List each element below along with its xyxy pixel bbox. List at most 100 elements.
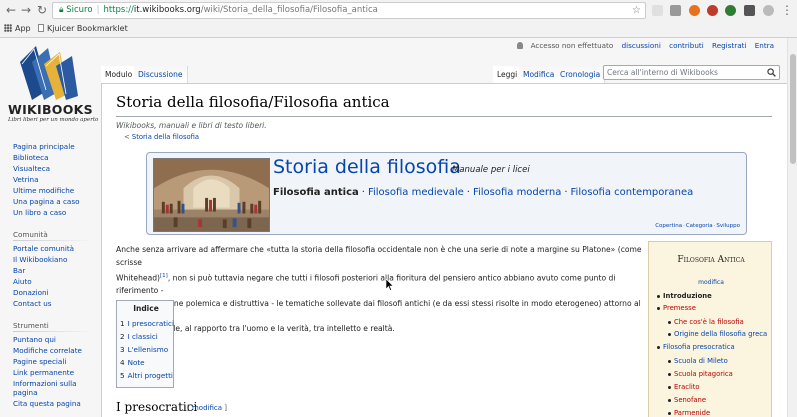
toc-item[interactable]: 2I classici <box>120 332 158 341</box>
tab-edit[interactable]: Modifica <box>519 66 560 83</box>
page-scrollbar[interactable] <box>787 38 797 417</box>
not-logged-label: Accesso non effettuato <box>530 41 614 50</box>
navbox-item-pythagorean[interactable]: Scuola pitagorica <box>668 370 733 378</box>
navbox-item-what-is-philosophy[interactable]: Che cos'è la filosofia <box>668 318 744 326</box>
school-of-athens-image[interactable] <box>153 158 270 232</box>
navbox-item-xenophanes[interactable]: Senofane <box>667 396 706 404</box>
bookmarks-bar: App Kjuicer Bookmarklet <box>0 21 797 37</box>
navbox-item-presocratic[interactable]: Filosofia presocratica <box>657 343 735 351</box>
sidebar-item-library[interactable]: Biblioteca <box>13 153 48 162</box>
extension-icon-6[interactable] <box>744 5 755 16</box>
navbox-item-heraclitus[interactable]: Eraclito <box>668 383 700 391</box>
toc-item-number: 5 <box>120 371 125 380</box>
menu-kebab-icon[interactable]: ⋮ <box>780 3 794 17</box>
toc-item-number: 2 <box>120 332 125 341</box>
scrollbar-thumb[interactable] <box>790 54 796 164</box>
sidebar-item-what-links-here[interactable]: Puntano qui <box>13 335 56 344</box>
nav-separator: · <box>361 187 365 198</box>
toc-item[interactable]: 3 L'ellenismo <box>120 345 168 354</box>
sidebar-item-bar[interactable]: Bar <box>13 266 25 275</box>
extension-icon-4[interactable] <box>707 5 718 16</box>
sidebar-item-showcase[interactable]: Vetrina <box>13 175 39 184</box>
intro-line-2-rest: , non si può tuttavia negare che tutti i… <box>116 273 616 295</box>
sidebar-item-donations[interactable]: Donazioni <box>13 288 49 297</box>
tab-read[interactable]: Leggi <box>493 66 523 83</box>
contributions-link[interactable]: contributi <box>669 41 704 50</box>
section-edit-link[interactable]: modifica <box>192 404 222 412</box>
navbox-item-premises[interactable]: Premesse <box>657 304 696 312</box>
sidebar-item-related-changes[interactable]: Modifiche correlate <box>13 346 82 355</box>
books-logo-icon <box>20 46 78 100</box>
sidebar-item-permanent-link[interactable]: Link permanente <box>13 368 74 377</box>
breadcrumb-prefix: < <box>124 133 130 141</box>
breadcrumb-parent-link[interactable]: Storia della filosofia <box>132 133 199 141</box>
register-link[interactable]: Registrati <box>712 41 746 50</box>
banner-category-link[interactable]: Categoria <box>686 223 713 229</box>
banner-development-link[interactable]: Sviluppo <box>716 223 740 229</box>
sidebar-item-special-pages[interactable]: Pagine speciali <box>13 357 66 366</box>
bookmark-apps[interactable]: App <box>4 21 31 37</box>
lock-icon: 🔒︎ <box>59 5 64 15</box>
wikibooks-logo[interactable]: WIKIBOOKS Libri liberi per un mondo aper… <box>8 44 98 130</box>
sidebar-item-random-book[interactable]: Un libro a caso <box>13 208 66 217</box>
toc-item-label: Note <box>127 358 145 367</box>
banner-title-link[interactable]: Storia della filosofia <box>273 156 461 178</box>
extension-icon-2[interactable] <box>670 5 681 16</box>
sidebar-item-wikibookiano[interactable]: Il Wikibookiano <box>13 255 67 264</box>
banner-link-modern[interactable]: Filosofia moderna <box>473 187 561 198</box>
tab-history[interactable]: Cronologia <box>556 66 606 83</box>
gear-icon[interactable] <box>763 5 774 16</box>
wiki-page: WIKIBOOKS Libri liberi per un mondo aper… <box>0 38 787 417</box>
sidebar-item-cite-page[interactable]: Cita questa pagina <box>13 399 81 408</box>
url-bar[interactable]: 🔒︎ Sicuro | https://it.wikibooks.org/wiki/… <box>52 2 646 19</box>
toc-item[interactable]: 4 Note <box>120 358 145 367</box>
reload-icon[interactable]: ↻ <box>35 3 49 17</box>
url-path: /wiki/Storia_della_filosofia/Filosofia_a… <box>200 5 378 15</box>
toc-item[interactable]: 5 Altri progetti <box>120 371 173 380</box>
banner-current-part: Filosofia antica <box>273 187 359 198</box>
search-input[interactable]: Cerca all'interno di Wikibooks <box>603 65 780 80</box>
banner-link-contemporary[interactable]: Filosofia contemporanea <box>571 187 694 198</box>
navbox-item-miletus[interactable]: Scuola di Mileto <box>668 357 728 365</box>
sidebar-item-community-portal[interactable]: Portale comunità <box>13 244 74 253</box>
toc-item-number: 3 <box>120 345 125 354</box>
bookmark-star-icon[interactable]: ☆ <box>632 3 641 18</box>
bookmark-apps-label: App <box>15 24 31 33</box>
content-area: Storia della filosofia/Filosofia antica … <box>101 83 787 417</box>
sidebar-item-help[interactable]: Aiuto <box>13 277 32 286</box>
extension-icon-5[interactable] <box>725 5 736 16</box>
sidebar-item-random-page[interactable]: Una pagina a caso <box>13 197 79 206</box>
bookmark-kjuicer[interactable]: Kjuicer Bookmarklet <box>38 21 128 37</box>
back-arrow-icon[interactable]: ← <box>4 3 18 17</box>
navbox-item-origin[interactable]: Origine della filosofia greca <box>667 330 767 338</box>
sidebar-item-contact[interactable]: Contact us <box>13 299 52 308</box>
apps-grid-icon <box>4 24 12 32</box>
toc-item-number: 4 <box>120 358 125 367</box>
personal-tools: Accesso non effettuato discussioni contr… <box>505 41 774 50</box>
banner-link-medieval[interactable]: Filosofia medievale <box>368 187 464 198</box>
login-link[interactable]: Entra <box>755 41 774 50</box>
footnote-ref[interactable]: [1] <box>160 273 168 279</box>
extension-icon-3[interactable] <box>689 5 700 16</box>
banner-cover-link[interactable]: Copertina <box>655 223 682 229</box>
banner-subtitle: Manuale per i licei <box>452 165 530 175</box>
logo-wordmark: WIKIBOOKS <box>8 102 93 117</box>
toc-item[interactable]: 1I presocratici <box>120 319 174 328</box>
sidebar-item-visualteca[interactable]: Visualteca <box>13 164 50 173</box>
extension-icon-1[interactable] <box>652 5 663 16</box>
tab-discussion[interactable]: Discussione <box>134 66 188 83</box>
navbox-item-introduction[interactable]: Introduzione <box>657 292 712 300</box>
sidebar-item-recent-changes[interactable]: Ultime modifiche <box>13 186 74 195</box>
navbox-edit-link[interactable]: modifica <box>649 279 773 286</box>
sidebar-item-main-page[interactable]: Pagina principale <box>13 142 75 151</box>
tab-module[interactable]: Modulo <box>101 66 138 83</box>
search-icon[interactable] <box>767 68 776 77</box>
sidebar-item-page-info[interactable]: Informazioni sulla <box>13 379 77 388</box>
navbox-item-parmenides[interactable]: Parmenide <box>667 409 710 417</box>
sidebar-item-page-info-cont[interactable]: pagina <box>13 388 38 397</box>
discussions-link[interactable]: discussioni <box>622 41 661 50</box>
forward-arrow-icon[interactable]: → <box>19 3 33 17</box>
page-icon <box>38 24 44 32</box>
sidebar-heading-community: Comunità <box>13 230 48 239</box>
navbox-title: Filosofia Antica <box>677 255 745 265</box>
